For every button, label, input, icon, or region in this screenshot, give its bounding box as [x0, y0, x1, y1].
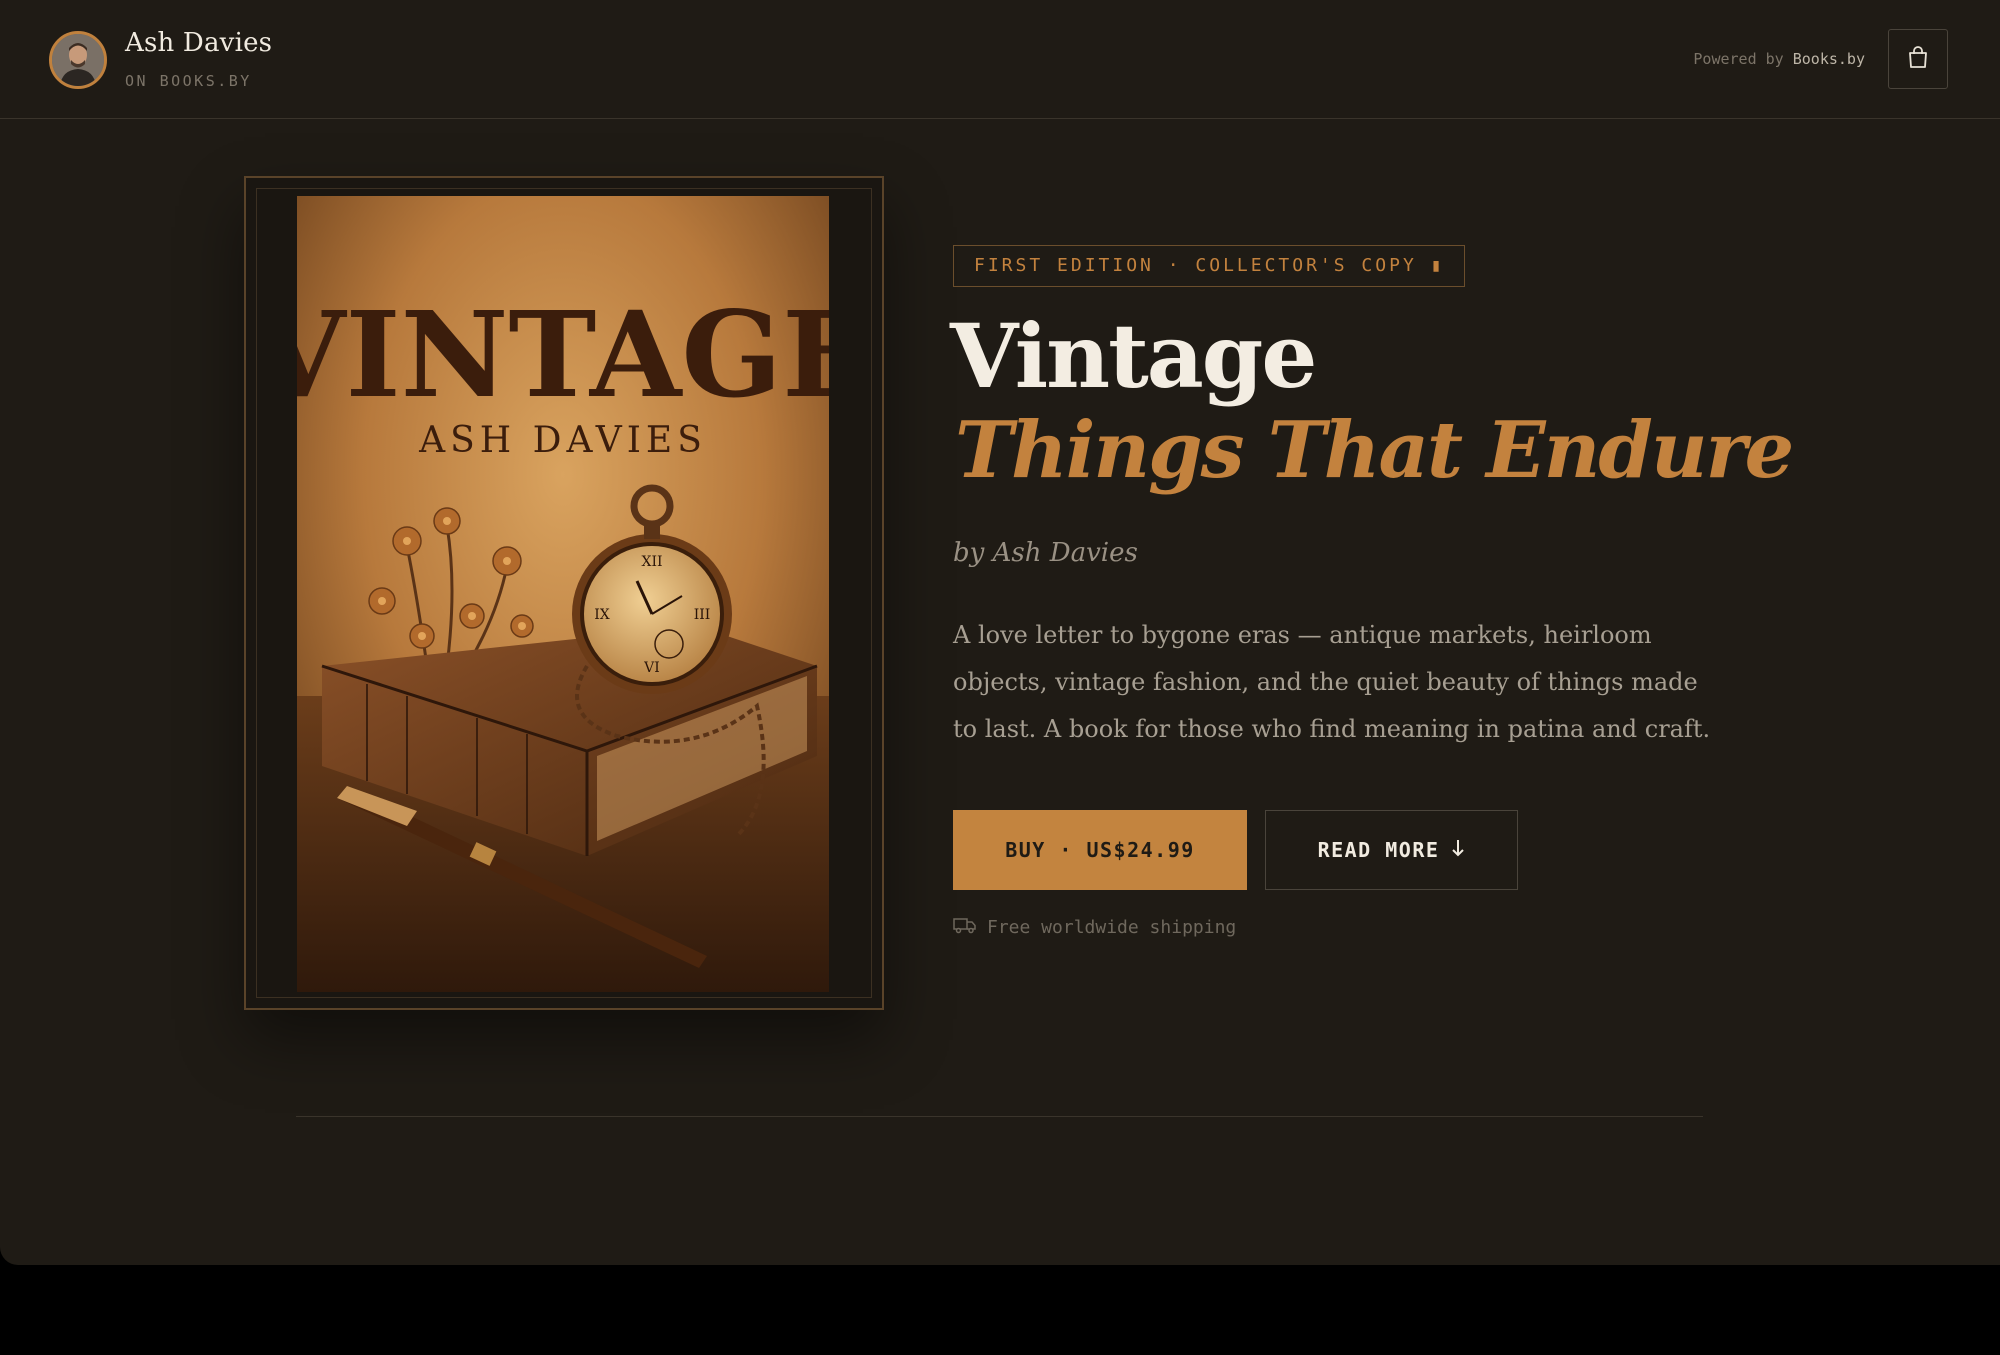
cover-author: ASH DAVIES: [418, 420, 707, 461]
edition-badge: FIRST EDITION · COLLECTOR'S COPY ▮: [953, 245, 1466, 287]
powered-by: Powered by Books.by: [1693, 50, 1865, 68]
truck-icon: [953, 916, 977, 939]
top-header: Ash Davies ON BOOKS.BY Powered by Books.…: [0, 0, 2000, 119]
svg-text:III: III: [694, 607, 711, 623]
svg-text:XII: XII: [641, 554, 662, 570]
read-more-label: READ MORE: [1317, 838, 1440, 862]
avatar[interactable]: [49, 31, 107, 89]
cart-button[interactable]: [1888, 29, 1948, 89]
cover-title: VINTAGE: [297, 285, 829, 424]
section-divider: [296, 1116, 1703, 1117]
svg-text:IX: IX: [594, 607, 610, 623]
book-cover-image[interactable]: VINTAGE ASH DAVIES XII III VI IX: [253, 196, 872, 992]
author-subtitle: ON BOOKS.BY: [125, 72, 252, 90]
page-frame: Ash Davies ON BOOKS.BY Powered by Books.…: [0, 0, 2000, 1265]
shopping-bag-icon: [1907, 45, 1929, 73]
book-byline: by Ash Davies: [953, 538, 1138, 568]
svg-text:VI: VI: [643, 660, 660, 676]
powered-by-brand-link[interactable]: Books.by: [1793, 50, 1865, 68]
shipping-text: Free worldwide shipping: [987, 916, 1237, 938]
shipping-note: Free worldwide shipping: [953, 915, 1236, 939]
book-title: Vintage: [950, 304, 1317, 408]
read-more-button[interactable]: READ MORE: [1265, 810, 1518, 890]
book-cover-frame: VINTAGE ASH DAVIES XII III VI IX: [244, 176, 884, 1010]
buy-button[interactable]: BUY · US$24.99: [953, 810, 1247, 890]
author-name[interactable]: Ash Davies: [125, 28, 272, 58]
arrow-down-icon: [1451, 838, 1465, 862]
book-subtitle: Things That Endure: [955, 405, 1794, 496]
book-description: A love letter to bygone eras — antique m…: [953, 621, 1711, 743]
powered-by-prefix: Powered by: [1693, 50, 1784, 68]
